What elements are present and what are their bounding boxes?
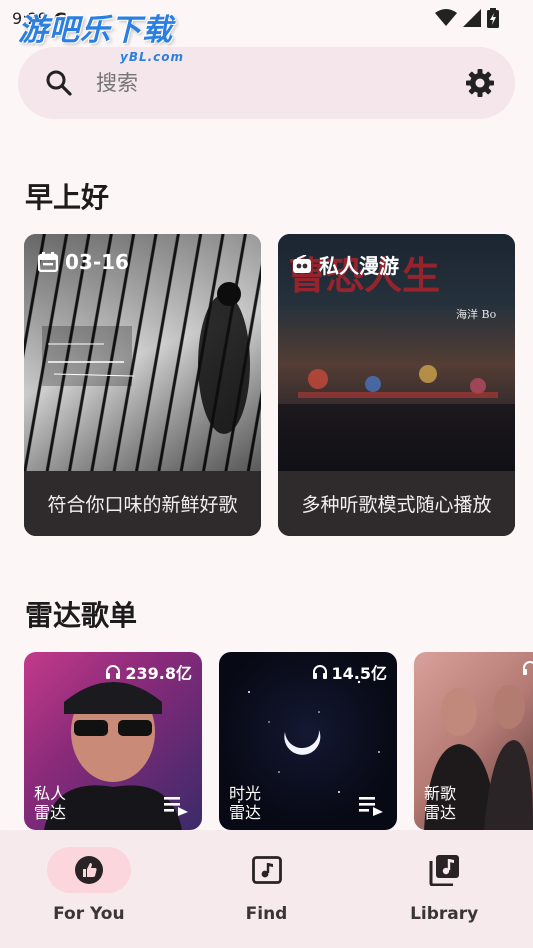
daily-recommend-caption: 符合你口味的新鲜好歌 [24,471,261,536]
thumb-up-icon [74,856,103,884]
private-roam-card[interactable]: 曹恐人生 海洋 Bo 私人漫游 多种听歌模式随心播放 [278,234,515,536]
radar-heading: 雷达歌单 [25,599,138,632]
battery-icon [487,8,499,28]
headphones-icon [523,661,533,675]
search-icon[interactable] [44,68,74,98]
radio-icon [293,254,311,273]
headphones-icon [106,665,121,679]
signal-icon [463,9,481,27]
daily-date-label: 03-16 [65,250,129,274]
radar-play-count: 239.8亿 [105,660,192,684]
headphones-icon [312,665,327,679]
daily-recommend-card[interactable]: 03-16 符合你口味的新鲜好歌 [24,234,261,536]
radar-playlist-card[interactable]: 239.8亿 私人雷达 [24,652,202,830]
watermark-subtitle: yBL.com [120,50,185,64]
playlist-queue-icon[interactable] [359,796,383,816]
svg-text:海洋 Bo: 海洋 Bo [456,307,497,321]
greeting-heading: 早上好 [25,181,110,214]
nav-find-label: Find [245,904,288,924]
library-music-icon [429,855,460,886]
nav-find-pill[interactable] [225,847,309,893]
radar-playlist-card[interactable]: 新歌雷达 [414,652,533,830]
radar-play-count: 14.5亿 [312,660,387,684]
daily-recommend-cover: 03-16 [24,234,261,471]
radar-play-count [522,660,533,676]
nav-find[interactable]: Find [178,830,356,948]
nav-for-you-pill[interactable] [46,847,131,893]
private-roam-cover: 曹恐人生 海洋 Bo 私人漫游 [278,234,515,471]
wifi-icon [435,9,457,26]
search-input[interactable] [96,71,465,95]
music-note-icon [251,856,282,884]
nav-for-you[interactable]: For You [0,830,178,948]
bottom-nav: For You Find Library [0,830,533,948]
private-roam-caption: 多种听歌模式随心播放 [278,471,515,536]
radar-playlist-name: 新歌雷达 [424,784,457,822]
private-roam-tag: 私人漫游 [292,250,399,279]
search-bar[interactable] [18,47,515,119]
nav-library[interactable]: Library [355,830,533,948]
private-roam-label: 私人漫游 [319,254,399,278]
gear-icon[interactable] [465,68,495,98]
radar-play-count-value: 239.8亿 [125,664,192,683]
daily-date-tag: 03-16 [38,250,129,274]
radar-playlist-name: 私人雷达 [34,784,67,822]
calendar-icon [38,252,58,272]
nav-library-label: Library [410,904,479,924]
playlist-queue-icon[interactable] [164,796,188,816]
nav-library-pill[interactable] [402,847,486,893]
radar-playlist-name: 时光雷达 [229,784,262,822]
nav-for-you-label: For You [53,904,125,924]
watermark-logo: 游吧乐下载 [18,13,173,48]
radar-playlist-card[interactable]: 14.5亿 时光雷达 [219,652,397,830]
radar-play-count-value: 14.5亿 [331,664,387,683]
